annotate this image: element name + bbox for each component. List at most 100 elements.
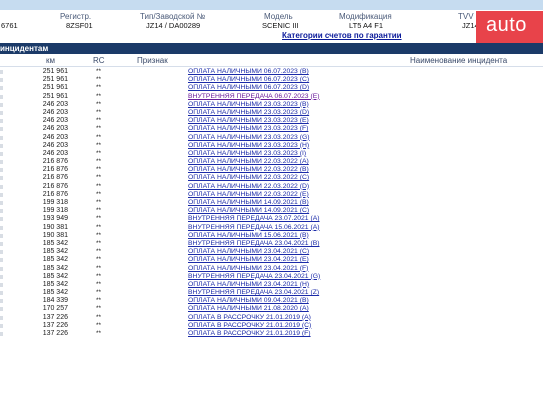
row-km: 216 876 bbox=[42, 158, 68, 166]
row-marker bbox=[0, 78, 3, 83]
row-km: 199 318 bbox=[42, 199, 68, 206]
row-marker bbox=[0, 94, 3, 99]
incident-link[interactable]: ВНУТРЕННЯЯ ПЕРЕДАЧА 23.04.2021 (B) bbox=[188, 240, 320, 247]
incident-link[interactable]: ОПЛАТА НАЛИЧНЫМИ 22.03.2022 (C) bbox=[188, 174, 309, 181]
row-km: 185 342 bbox=[42, 280, 68, 288]
row-marker bbox=[0, 258, 3, 263]
table-row: 216 876 ** ОПЛАТА НАЛИЧНЫМИ 22.03.2022 (A) bbox=[0, 158, 543, 166]
row-rc: ** bbox=[96, 108, 102, 116]
row-marker bbox=[0, 323, 3, 328]
incident-link[interactable]: ОПЛАТА НАЛИЧНЫМИ 22.03.2022 (D) bbox=[188, 183, 309, 190]
incident-link[interactable]: ВНУТРЕННЯЯ ПЕРЕДАЧА 06.07.2023 (E) bbox=[188, 93, 320, 100]
column-incident-name[interactable]: Наименование инцидента bbox=[410, 56, 507, 65]
table-row: 137 226 ** ОПЛАТА В РАССРОЧКУ 21.01.2019 (… bbox=[0, 314, 543, 322]
column-sign[interactable]: Признак bbox=[137, 56, 168, 65]
row-marker bbox=[0, 151, 3, 156]
incident-link[interactable]: ОПЛАТА НАЛИЧНЫМИ 23.03.2023 (H) bbox=[188, 142, 309, 149]
incident-link[interactable]: ОПЛАТА НАЛИЧНЫМИ 06.07.2023 (B) bbox=[188, 68, 309, 75]
row-rc: ** bbox=[96, 68, 102, 75]
type-serial-value: JZ14 / DA00289 bbox=[146, 21, 201, 30]
row-rc: ** bbox=[96, 149, 102, 157]
table-row: 246 203 ** ОПЛАТА НАЛИЧНЫМИ 23.03.2023 (G) bbox=[0, 134, 543, 142]
row-rc: ** bbox=[96, 190, 102, 198]
section-title: инцидентам bbox=[0, 44, 49, 53]
incident-link[interactable]: ОПЛАТА НАЛИЧНЫМИ 22.03.2022 (A) bbox=[188, 158, 309, 165]
incident-link[interactable]: ОПЛАТА НАЛИЧНЫМИ 06.07.2023 (D) bbox=[188, 84, 309, 91]
incident-link[interactable]: ОПЛАТА НАЛИЧНЫМИ 23.04.2021 (E) bbox=[188, 256, 309, 263]
incident-link[interactable]: ОПЛАТА НАЛИЧНЫМИ 23.03.2023 (B) bbox=[188, 101, 309, 108]
incident-link[interactable]: ОПЛАТА НАЛИЧНЫМИ 23.04.2021 (C) bbox=[188, 248, 309, 255]
row-km: 216 876 bbox=[42, 190, 68, 198]
row-km: 246 203 bbox=[42, 125, 68, 133]
row-rc: ** bbox=[96, 141, 102, 149]
row-marker bbox=[0, 282, 3, 287]
header-type-serial: Тип/Заводской № bbox=[140, 12, 206, 21]
row-km: 251 961 bbox=[42, 76, 68, 84]
row-marker bbox=[0, 291, 3, 296]
row-marker bbox=[0, 299, 3, 304]
row-km: 246 203 bbox=[42, 141, 68, 149]
table-row: 246 203 ** ОПЛАТА НАЛИЧНЫМИ 23.03.2023 (H) bbox=[0, 142, 543, 150]
incident-link[interactable]: ВНУТРЕННЯЯ ПЕРЕДАЧА 23.04.2021 (Z) bbox=[188, 289, 319, 296]
column-rc[interactable]: RC bbox=[93, 56, 105, 65]
table-row: 184 339 ** ОПЛАТА НАЛИЧНЫМИ 09.04.2021 (B) bbox=[0, 297, 543, 305]
row-rc: ** bbox=[96, 84, 102, 92]
incident-link[interactable]: ОПЛАТА НАЛИЧНЫМИ 23.03.2023 (D) bbox=[188, 109, 309, 116]
incident-link[interactable]: ОПЛАТА НАЛИЧНЫМИ 06.07.2023 (C) bbox=[188, 76, 309, 83]
header-model: Модель bbox=[264, 12, 293, 21]
table-row: 251 961 ** ВНУТРЕННЯЯ ПЕРЕДАЧА 06.07.2023 … bbox=[0, 93, 543, 101]
row-rc: ** bbox=[96, 199, 102, 206]
incident-link[interactable]: ВНУТРЕННЯЯ ПЕРЕДАЧА 15.06.2021 (A) bbox=[188, 224, 320, 231]
incident-link[interactable]: ОПЛАТА НАЛИЧНЫМИ 23.04.2021 (H) bbox=[188, 281, 309, 288]
row-marker bbox=[0, 127, 3, 132]
incident-link[interactable]: ОПЛАТА НАЛИЧНЫМИ 22.03.2022 (B) bbox=[188, 166, 309, 173]
row-km: 170 257 bbox=[42, 305, 68, 313]
row-rc: ** bbox=[96, 215, 102, 223]
row-marker bbox=[0, 102, 3, 107]
incident-link[interactable]: ОПЛАТА НАЛИЧНЫМИ 23.03.2023 (I) bbox=[188, 150, 306, 157]
incident-link[interactable]: ОПЛАТА НАЛИЧНЫМИ 14.09.2021 (B) bbox=[188, 199, 309, 206]
modification-value: LT5 A4 F1 bbox=[349, 21, 384, 30]
column-km[interactable]: км bbox=[46, 56, 55, 65]
row-km: 246 203 bbox=[42, 117, 68, 125]
incident-link[interactable]: ОПЛАТА НАЛИЧНЫМИ 23.03.2023 (G) bbox=[188, 134, 310, 141]
row-km: 137 226 bbox=[42, 330, 68, 337]
incident-list: 251 961 ** ОПЛАТА НАЛИЧНЫМИ 06.07.2023 (B)… bbox=[0, 68, 543, 338]
table-row: 246 203 ** ОПЛАТА НАЛИЧНЫМИ 23.03.2023 (F) bbox=[0, 125, 543, 133]
row-marker bbox=[0, 168, 3, 173]
incident-link[interactable]: ОПЛАТА В РАССРОЧКУ 21.01.2019 (C) bbox=[188, 322, 311, 329]
row-rc: ** bbox=[96, 248, 102, 256]
row-marker bbox=[0, 184, 3, 189]
incident-link[interactable]: ОПЛАТА В РАССРОЧКУ 21.01.2019 (F) bbox=[188, 330, 311, 337]
row-rc: ** bbox=[96, 76, 102, 84]
row-marker bbox=[0, 307, 3, 312]
row-marker bbox=[0, 225, 3, 230]
row-km: 246 203 bbox=[42, 100, 68, 108]
incident-link[interactable]: ОПЛАТА НАЛИЧНЫМИ 14.09.2021 (C) bbox=[188, 207, 309, 214]
incident-link[interactable]: ОПЛАТА НАЛИЧНЫМИ 22.03.2022 (E) bbox=[188, 191, 309, 198]
table-row: 216 876 ** ОПЛАТА НАЛИЧНЫМИ 22.03.2022 (E) bbox=[0, 191, 543, 199]
incident-link[interactable]: ОПЛАТА НАЛИЧНЫМИ 23.04.2021 (F) bbox=[188, 265, 308, 272]
row-rc: ** bbox=[96, 289, 102, 297]
row-rc: ** bbox=[96, 305, 102, 313]
table-row: 246 203 ** ОПЛАТА НАЛИЧНЫМИ 23.03.2023 (B) bbox=[0, 101, 543, 109]
incident-link[interactable]: ОПЛАТА НАЛИЧНЫМИ 21.08.2020 (A) bbox=[188, 305, 309, 312]
brand-logo-text: auto bbox=[486, 14, 527, 36]
incident-link[interactable]: ОПЛАТА НАЛИЧНЫМИ 15.06.2021 (B) bbox=[188, 232, 309, 239]
warranty-categories-link[interactable]: Категории счетов по гарантии bbox=[282, 31, 402, 40]
incident-link[interactable]: ОПЛАТА В РАССРОЧКУ 21.01.2019 (A) bbox=[188, 314, 311, 321]
row-rc: ** bbox=[96, 100, 102, 108]
incident-link[interactable]: ВНУТРЕННЯЯ ПЕРЕДАЧА 23.04.2021 (G) bbox=[188, 273, 320, 280]
row-marker bbox=[0, 250, 3, 255]
incident-link[interactable]: ВНУТРЕННЯЯ ПЕРЕДАЧА 23.07.2021 (A) bbox=[188, 215, 320, 222]
row-rc: ** bbox=[96, 133, 102, 141]
reg-value: 8ZSF01 bbox=[66, 21, 93, 30]
incident-link[interactable]: ОПЛАТА НАЛИЧНЫМИ 23.03.2023 (E) bbox=[188, 117, 309, 124]
row-km: 190 381 bbox=[42, 223, 68, 231]
row-marker bbox=[0, 241, 3, 246]
incident-link[interactable]: ОПЛАТА НАЛИЧНЫМИ 23.03.2023 (F) bbox=[188, 125, 308, 132]
row-marker bbox=[0, 176, 3, 181]
incident-link[interactable]: ОПЛАТА НАЛИЧНЫМИ 09.04.2021 (B) bbox=[188, 297, 309, 304]
row-rc: ** bbox=[96, 125, 102, 133]
table-row: 199 318 ** ОПЛАТА НАЛИЧНЫМИ 14.09.2021 (C) bbox=[0, 207, 543, 215]
